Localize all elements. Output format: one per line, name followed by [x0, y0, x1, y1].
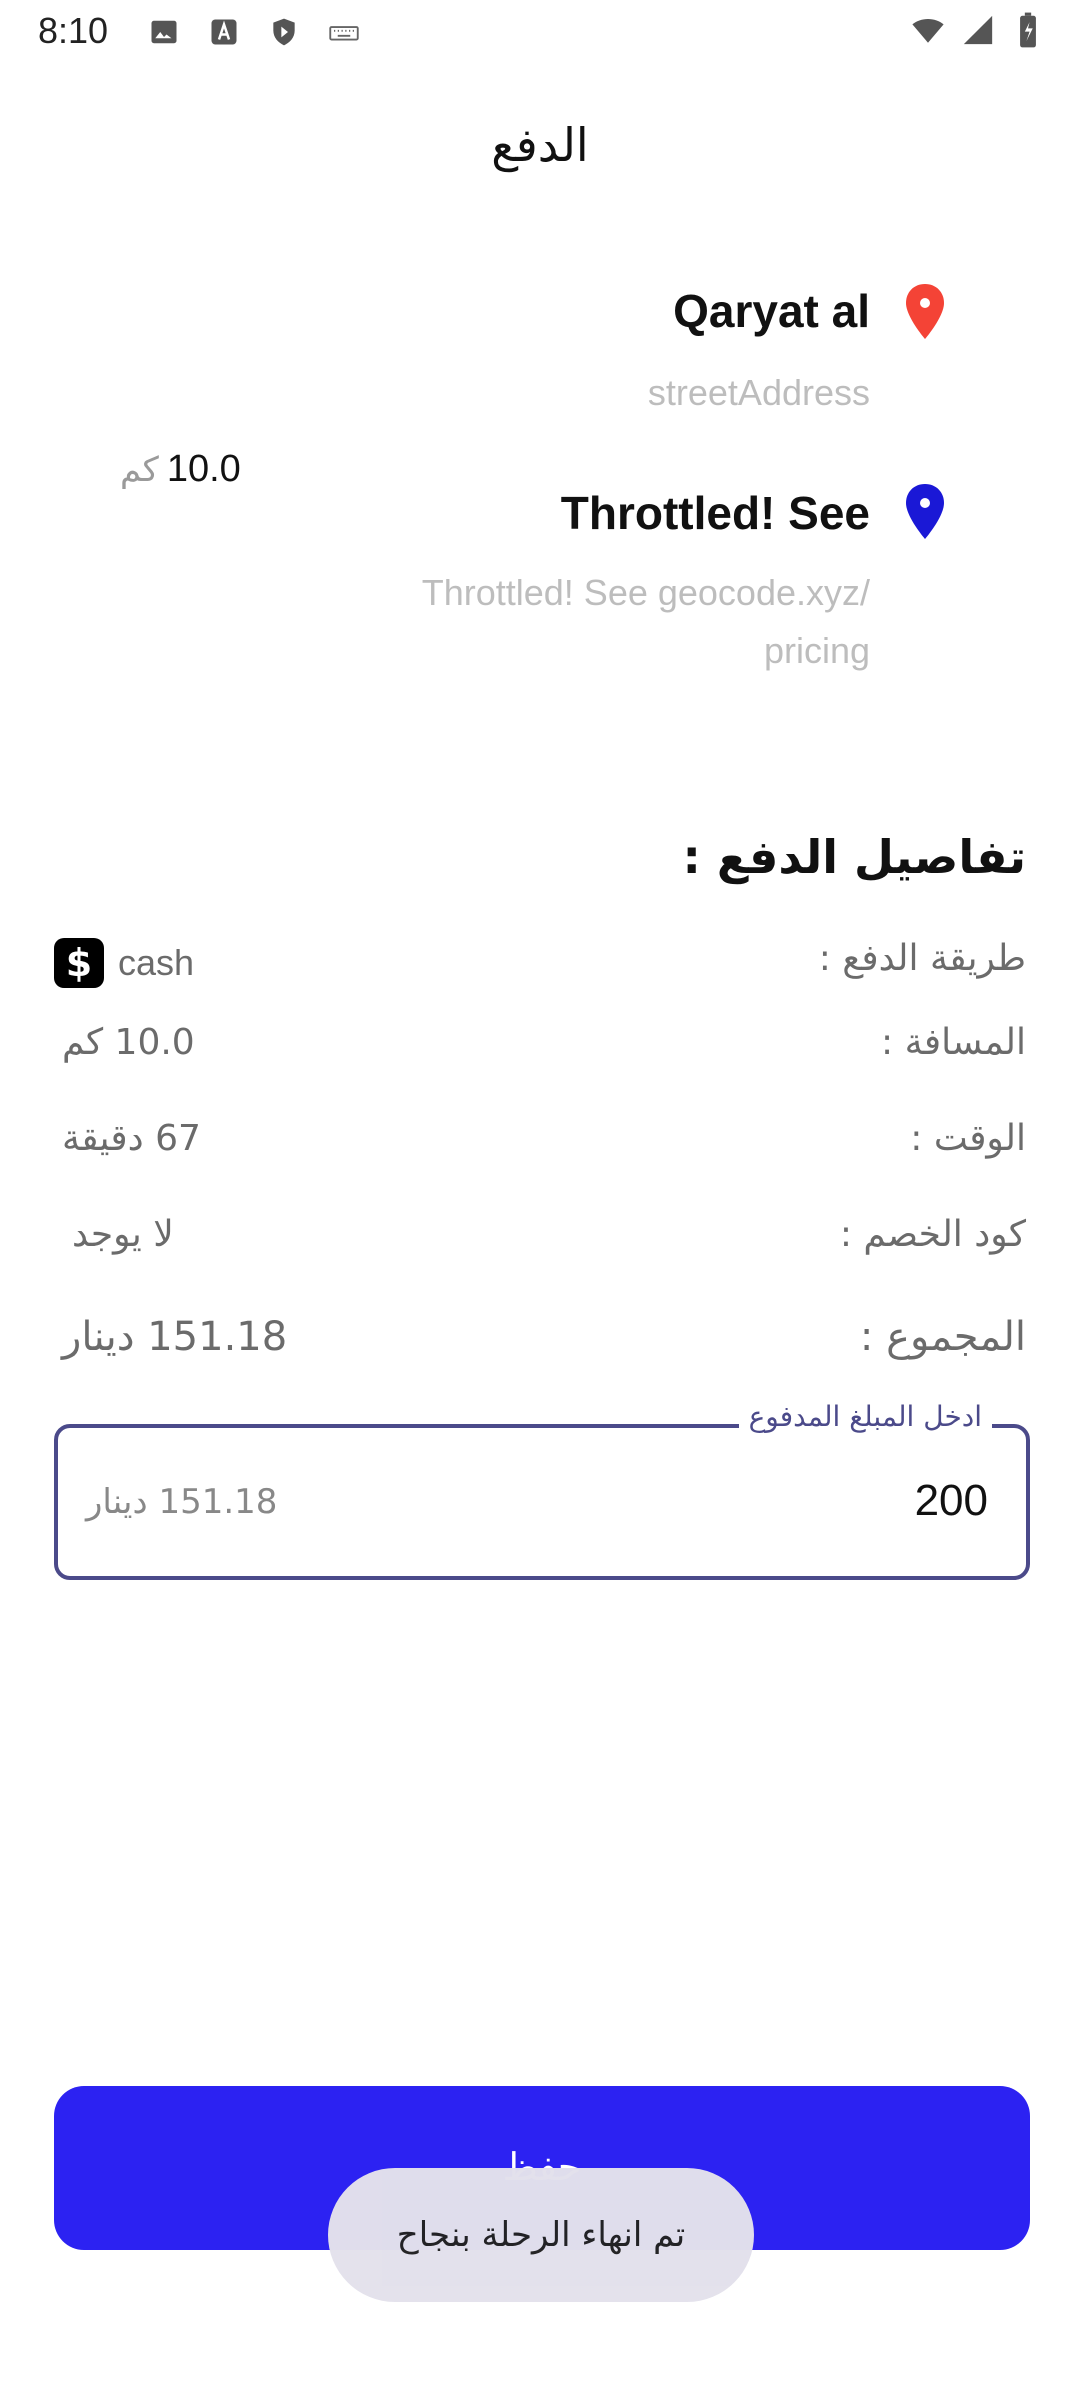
pickup-address: streetAddress [647, 372, 870, 413]
page-title: الدفع [491, 118, 589, 172]
dropoff-address-line2: pricing [763, 630, 870, 671]
battery-icon [1010, 12, 1046, 48]
time-label: الوقت : [910, 1118, 1026, 1159]
paid-amount-hint: 151.18 دينار [86, 1482, 278, 1522]
payment-details-title: تفاصيل الدفع : [682, 830, 1026, 884]
discount-value: لا يوجد [72, 1214, 174, 1255]
payment-method-label: طريقة الدفع : [818, 938, 1026, 979]
signal-icon [960, 12, 996, 48]
toast-message: تم انهاء الرحلة بنجاح [396, 2215, 686, 2255]
keyboard-icon [326, 14, 362, 50]
image-icon [146, 14, 182, 50]
time-value: 67 دقيقة [62, 1118, 201, 1159]
success-toast: تم انهاء الرحلة بنجاح [328, 2168, 754, 2302]
dropoff-address-line1: Throttled! See geocode.xyz/ [421, 572, 870, 613]
payment-method: $ cash [54, 938, 194, 988]
a-icon [206, 14, 242, 50]
trip-distance-unit: كم [120, 450, 159, 490]
payment-method-value: cash [118, 942, 195, 983]
dropoff-title: Throttled! See [560, 487, 870, 539]
status-icons-left [146, 14, 362, 50]
trip-distance: كم 10.0 [120, 448, 241, 491]
dropoff-pin-icon [906, 484, 944, 539]
status-icons-right [910, 12, 1046, 48]
wifi-icon [910, 12, 946, 48]
pickup-title: Qaryat al [673, 285, 870, 337]
paid-amount-legend: ادخل المبلغ المدفوع [738, 1400, 992, 1433]
status-time: 8:10 [38, 10, 109, 51]
distance-value: 10.0 كم [62, 1022, 195, 1063]
status-bar: 8:10 [0, 0, 1080, 66]
trip-distance-value: 10.0 [166, 448, 241, 490]
total-label: المجموع : [859, 1314, 1026, 1360]
paid-amount-value[interactable]: 200 [915, 1476, 988, 1526]
discount-label: كود الخصم : [839, 1214, 1026, 1255]
shield-icon [266, 14, 302, 50]
cash-icon: $ [54, 938, 104, 988]
paid-amount-field[interactable]: ادخل المبلغ المدفوع 200 151.18 دينار [54, 1400, 1030, 1580]
distance-label: المسافة : [881, 1022, 1026, 1063]
pickup-pin-icon [906, 284, 944, 339]
total-value: 151.18 دينار [62, 1314, 288, 1360]
